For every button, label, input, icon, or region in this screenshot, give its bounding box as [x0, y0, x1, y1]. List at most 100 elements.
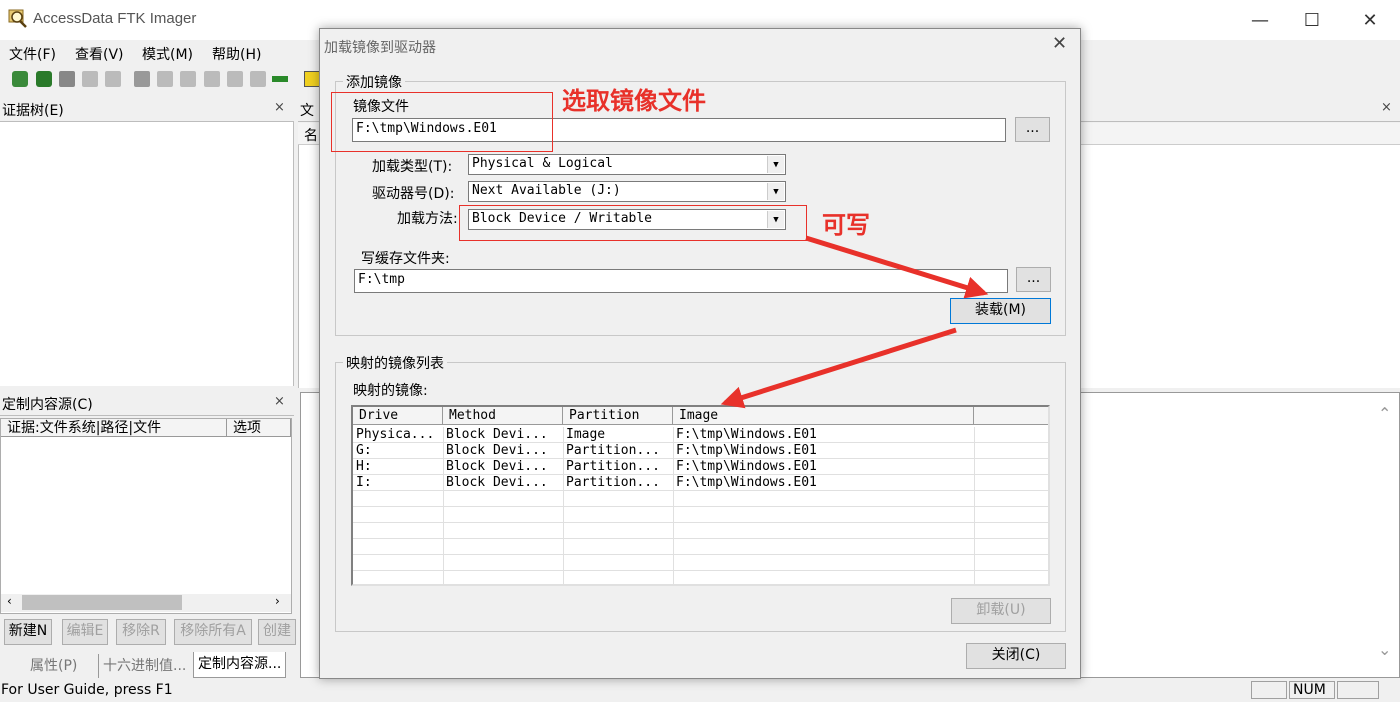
status-num: NUM: [1289, 681, 1335, 699]
export-hash-icon[interactable]: [180, 71, 196, 87]
add-image-group-label: 添加镜像: [343, 72, 405, 92]
cell-image: F:\tmp\Windows.E01: [676, 475, 817, 490]
capture-memory-icon[interactable]: [227, 71, 243, 87]
dialog-title: 加载镜像到驱动器: [324, 40, 436, 56]
mount-type-select[interactable]: Physical & Logical ▼: [468, 154, 786, 175]
remove-all-icon[interactable]: [105, 71, 121, 87]
menu-file[interactable]: 文件(F): [9, 44, 56, 64]
horizontal-scrollbar[interactable]: ‹ ›: [1, 594, 291, 612]
protected-files-icon[interactable]: [250, 71, 266, 87]
cell-partition: Partition...: [566, 443, 660, 458]
table-row[interactable]: I: Block Devi... Partition... F:\tmp\Win…: [353, 475, 1048, 491]
table-row-empty: [353, 539, 1048, 555]
drive-letter-value: Next Available (J:): [472, 183, 621, 198]
annotation-box-image-file: [331, 92, 553, 152]
status-caps-box: [1251, 681, 1287, 699]
table-row-empty: [353, 555, 1048, 571]
custom-source-close-icon[interactable]: ×: [274, 394, 285, 409]
memory-icon[interactable]: [272, 76, 288, 82]
col-image[interactable]: Image: [673, 407, 974, 425]
table-row[interactable]: Physica... Block Devi... Image F:\tmp\Wi…: [353, 427, 1048, 443]
annotation-select-image: 选取镜像文件: [562, 87, 706, 115]
col-partition[interactable]: Partition: [563, 407, 673, 425]
mount-type-value: Physical & Logical: [472, 156, 613, 171]
mapped-images-list[interactable]: Drive Method Partition Image Physica... …: [351, 405, 1050, 586]
col-empty: [974, 407, 1048, 425]
cell-method: Block Devi...: [446, 427, 548, 442]
image-mount-icon[interactable]: [59, 71, 75, 87]
mount-method-label: 加载方法:: [397, 211, 458, 227]
edit-button[interactable]: 编辑E: [62, 619, 108, 645]
cell-drive: H:: [356, 459, 372, 474]
folder-icon[interactable]: [304, 71, 320, 87]
add-evidence-icon[interactable]: [12, 71, 28, 87]
col-options-header[interactable]: 选项: [227, 419, 291, 437]
verify-drive-icon[interactable]: [204, 71, 220, 87]
custom-source-header: 定制内容源(C): [0, 390, 294, 416]
evidence-tree-header: 证据树(E): [0, 96, 294, 122]
remove-button[interactable]: 移除R: [116, 619, 166, 645]
cache-folder-label: 写缓存文件夹:: [361, 251, 450, 267]
file-list-title: 文: [300, 103, 314, 119]
scroll-down-icon[interactable]: ⌄: [1378, 640, 1391, 659]
mapped-images-group-label: 映射的镜像列表: [343, 353, 447, 373]
status-bar: [0, 680, 1400, 702]
browse-cache-button[interactable]: ...: [1016, 267, 1051, 292]
browse-image-button[interactable]: ...: [1015, 117, 1050, 142]
col-method[interactable]: Method: [443, 407, 563, 425]
evidence-tree-title: 证据树(E): [2, 103, 64, 119]
cell-drive: G:: [356, 443, 372, 458]
custom-source-title: 定制内容源(C): [2, 397, 93, 413]
scroll-left-icon[interactable]: ‹: [7, 594, 12, 608]
mount-button[interactable]: 装载(M): [950, 298, 1051, 324]
table-row[interactable]: G: Block Devi... Partition... F:\tmp\Win…: [353, 443, 1048, 459]
col-evidence-header[interactable]: 证据:文件系统|路径|文件: [1, 419, 227, 437]
col-drive[interactable]: Drive: [353, 407, 443, 425]
scroll-right-icon[interactable]: ›: [275, 594, 280, 608]
close-dialog-button[interactable]: 关闭(C): [966, 643, 1066, 669]
add-all-evidence-icon[interactable]: [36, 71, 52, 87]
cell-image: F:\tmp\Windows.E01: [676, 427, 817, 442]
scroll-thumb[interactable]: [22, 595, 182, 610]
remove-evidence-icon[interactable]: [82, 71, 98, 87]
evidence-tree-close-icon[interactable]: ×: [274, 100, 285, 115]
annotation-box-writable: [459, 205, 807, 241]
cell-method: Block Devi...: [446, 475, 548, 490]
remove-all-button[interactable]: 移除所有A: [174, 619, 252, 645]
create-image-icon[interactable]: [134, 71, 150, 87]
table-row[interactable]: H: Block Devi... Partition... F:\tmp\Win…: [353, 459, 1048, 475]
tab-custom-source[interactable]: 定制内容源...: [193, 652, 287, 678]
file-list-close-icon[interactable]: ×: [1381, 100, 1392, 115]
table-row-empty: [353, 523, 1048, 539]
scroll-up-icon[interactable]: ⌃: [1378, 404, 1391, 423]
cell-method: Block Devi...: [446, 459, 548, 474]
new-button[interactable]: 新建N: [4, 619, 52, 645]
minimize-button[interactable]: —: [1237, 0, 1283, 40]
annotation-writable: 可写: [822, 211, 870, 239]
close-window-button[interactable]: ✕: [1347, 0, 1393, 40]
cell-partition: Image: [566, 427, 606, 442]
custom-source-list[interactable]: [0, 418, 292, 614]
menu-mode[interactable]: 模式(M): [142, 44, 193, 64]
cell-drive: Physica...: [356, 427, 435, 442]
status-text: For User Guide, press F1: [1, 682, 173, 698]
maximize-button[interactable]: ☐: [1289, 0, 1335, 40]
table-row-empty: [353, 507, 1048, 523]
cell-partition: Partition...: [566, 475, 660, 490]
cell-drive: I:: [356, 475, 372, 490]
table-row-empty: [353, 491, 1048, 507]
mount-type-label: 加载类型(T):: [372, 159, 453, 175]
chevron-down-icon[interactable]: ▼: [767, 183, 784, 200]
menu-help[interactable]: 帮助(H): [212, 44, 261, 64]
cell-method: Block Devi...: [446, 443, 548, 458]
unmount-button[interactable]: 卸载(U): [951, 598, 1051, 624]
dialog-close-icon[interactable]: ✕: [1052, 33, 1067, 54]
cache-folder-input[interactable]: F:\tmp: [354, 269, 1008, 293]
create-button[interactable]: 创建: [258, 619, 296, 645]
tab-hex[interactable]: 十六进制值...: [98, 654, 190, 678]
menu-view[interactable]: 查看(V): [75, 44, 124, 64]
drive-letter-select[interactable]: Next Available (J:) ▼: [468, 181, 786, 202]
tab-properties[interactable]: 属性(P): [26, 654, 81, 678]
export-icon[interactable]: [157, 71, 173, 87]
chevron-down-icon[interactable]: ▼: [767, 156, 784, 173]
